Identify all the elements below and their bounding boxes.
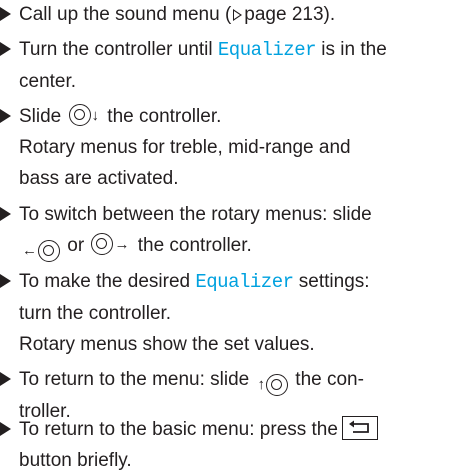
step-4-or: or bbox=[62, 235, 90, 256]
step-4-text: To switch between the rotary menus: slid… bbox=[19, 204, 372, 225]
instruction-page: Call up the sound menu ( page 213). Turn … bbox=[0, 0, 463, 476]
step-2-continuation: center. bbox=[19, 71, 77, 92]
step-7-continuation: button briefly. bbox=[19, 450, 132, 471]
step-4-text-end: the controller. bbox=[132, 235, 252, 256]
bullet-triangle-icon bbox=[0, 372, 11, 386]
bullet-triangle-icon bbox=[0, 207, 11, 221]
step-1-page-ref: page 213). bbox=[244, 4, 336, 25]
bullet-triangle-icon bbox=[0, 422, 11, 436]
equalizer-term: Equalizer bbox=[195, 271, 294, 293]
step-2-text-end: is in the bbox=[316, 39, 387, 60]
step-2: Turn the controller until Equalizer is i… bbox=[0, 34, 457, 97]
step-3-result-2: bass are activated. bbox=[19, 168, 179, 189]
step-1-text: Call up the sound menu ( bbox=[19, 4, 232, 25]
step-3-result-1: Rotary menus for treble, mid-range and bbox=[19, 137, 351, 158]
controller-slide-right-icon: → bbox=[91, 233, 130, 255]
step-5-text: To make the desired bbox=[19, 271, 196, 292]
bullet-triangle-icon bbox=[0, 109, 11, 123]
step-5-continuation: turn the controller. bbox=[19, 303, 172, 324]
controller-slide-left-icon: ← bbox=[21, 239, 60, 262]
bullet-triangle-icon bbox=[0, 274, 11, 288]
step-2-text: Turn the controller until bbox=[19, 39, 218, 60]
step-3-text-end: the controller. bbox=[102, 106, 222, 127]
step-6-text: To return to the menu: slide bbox=[19, 369, 255, 390]
back-button-icon bbox=[341, 416, 378, 440]
page-reference-icon bbox=[233, 9, 243, 21]
step-5-result: Rotary menus show the set values. bbox=[19, 334, 315, 355]
controller-slide-down-icon: ↓ bbox=[68, 104, 101, 126]
step-4: To switch between the rotary menus: slid… bbox=[0, 199, 457, 262]
step-7-text: To return to the basic menu: press the bbox=[19, 419, 338, 440]
equalizer-term: Equalizer bbox=[217, 39, 317, 61]
step-5: To make the desired Equalizer settings: … bbox=[0, 266, 457, 360]
step-3: Slide ↓ the controller. Rotary menus for… bbox=[0, 101, 457, 194]
step-6-text-end: the con- bbox=[290, 369, 364, 390]
step-1: Call up the sound menu ( page 213). bbox=[0, 0, 457, 30]
step-3-text: Slide bbox=[19, 106, 67, 127]
step-7: To return to the basic menu: press the b… bbox=[0, 414, 457, 476]
bullet-triangle-icon bbox=[0, 42, 11, 56]
step-5-text-end: settings: bbox=[293, 271, 370, 292]
bullet-triangle-icon bbox=[0, 7, 11, 21]
controller-slide-up-icon: ↑ bbox=[257, 373, 289, 396]
